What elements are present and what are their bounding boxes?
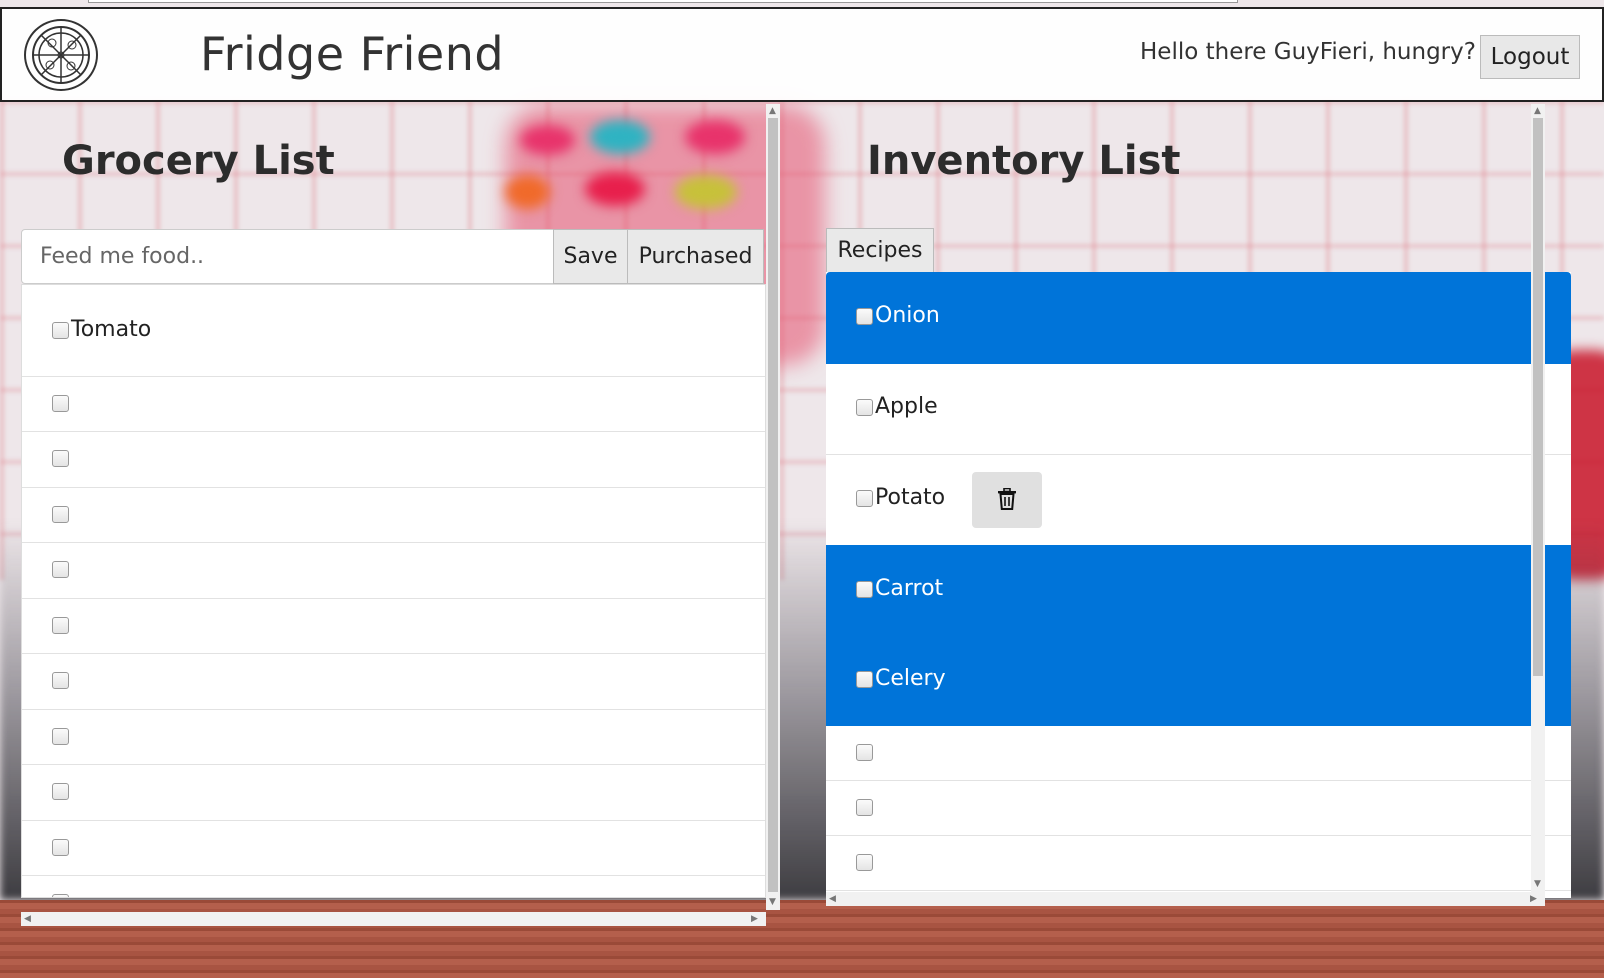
scroll-up-arrow[interactable]: ▲ xyxy=(1534,106,1541,116)
scroll-down-arrow[interactable]: ▼ xyxy=(769,897,776,907)
inventory-list-item[interactable] xyxy=(826,781,1571,836)
app-header: Fridge Friend Hello there GuyFieri, hung… xyxy=(0,7,1604,102)
grocery-item-checkbox[interactable] xyxy=(52,322,69,339)
grocery-item-checkbox[interactable] xyxy=(52,894,69,897)
grocery-item-input[interactable] xyxy=(21,229,554,284)
inventory-item-checkbox[interactable] xyxy=(856,490,873,507)
grocery-item-checkbox[interactable] xyxy=(52,395,69,412)
grocery-item-checkbox[interactable] xyxy=(52,783,69,800)
grocery-list-item[interactable] xyxy=(22,710,765,765)
grocery-list-title: Grocery List xyxy=(62,138,335,184)
inventory-item-list: Onion Apple Potato Carrot Celery xyxy=(826,272,1571,898)
user-greeting: Hello there GuyFieri, hungry? xyxy=(1140,39,1476,65)
save-button[interactable]: Save xyxy=(553,229,628,284)
inventory-list-item[interactable]: Onion xyxy=(826,272,1571,364)
grocery-list-item[interactable] xyxy=(22,654,765,710)
inventory-list-item[interactable]: Carrot xyxy=(826,545,1571,636)
scroll-right-arrow[interactable]: ▶ xyxy=(1530,894,1537,904)
inventory-list-item[interactable] xyxy=(826,726,1571,781)
grocery-list-item[interactable] xyxy=(22,488,765,543)
grocery-horizontal-scrollbar[interactable]: ◀ ▶ xyxy=(21,912,766,926)
scrollbar-thumb[interactable] xyxy=(768,118,778,892)
inventory-item-checkbox[interactable] xyxy=(856,744,873,761)
inventory-item-checkbox[interactable] xyxy=(856,799,873,816)
delete-item-button[interactable] xyxy=(972,472,1042,528)
grocery-vertical-scrollbar[interactable]: ▲ ▼ xyxy=(766,104,780,910)
scroll-right-arrow[interactable]: ▶ xyxy=(751,914,758,924)
inventory-item-label: Onion xyxy=(875,303,940,328)
pizza-logo-icon xyxy=(24,19,98,91)
scroll-left-arrow[interactable]: ◀ xyxy=(829,894,836,904)
grocery-item-checkbox[interactable] xyxy=(52,728,69,745)
inventory-item-label: Carrot xyxy=(875,576,944,601)
grocery-list-item[interactable] xyxy=(22,599,765,654)
grocery-list-item[interactable]: Tomato xyxy=(22,285,765,377)
inventory-item-checkbox[interactable] xyxy=(856,308,873,325)
inventory-list-item[interactable] xyxy=(826,836,1571,891)
grocery-item-label: Tomato xyxy=(71,317,152,342)
browser-top-edge xyxy=(88,0,1238,3)
grocery-list-item[interactable] xyxy=(22,543,765,599)
inventory-list-item[interactable]: Apple xyxy=(826,364,1571,455)
grocery-item-checkbox[interactable] xyxy=(52,839,69,856)
grocery-item-checkbox[interactable] xyxy=(52,672,69,689)
grocery-list-item[interactable] xyxy=(22,876,765,897)
inventory-vertical-scrollbar[interactable]: ▲ ▼ xyxy=(1531,104,1545,892)
trash-icon xyxy=(998,487,1016,510)
grocery-item-checkbox[interactable] xyxy=(52,506,69,523)
inventory-list-wrapper: Onion Apple Potato Carrot Celery xyxy=(826,104,1571,930)
inventory-item-checkbox[interactable] xyxy=(856,671,873,688)
grocery-item-checkbox[interactable] xyxy=(52,617,69,634)
inventory-list-item[interactable]: Celery xyxy=(826,636,1571,726)
grocery-list-item[interactable] xyxy=(22,432,765,488)
grocery-list-item[interactable] xyxy=(22,377,765,432)
grocery-list-item[interactable] xyxy=(22,765,765,821)
grocery-item-checkbox[interactable] xyxy=(52,450,69,467)
inventory-item-checkbox[interactable] xyxy=(856,854,873,871)
inventory-list-item[interactable]: Potato xyxy=(826,455,1571,545)
logout-button[interactable]: Logout xyxy=(1480,35,1580,79)
inventory-item-label: Potato xyxy=(875,485,946,510)
inventory-item-label: Apple xyxy=(875,394,938,419)
inventory-item-checkbox[interactable] xyxy=(856,581,873,598)
scroll-up-arrow[interactable]: ▲ xyxy=(769,106,776,116)
inventory-item-checkbox[interactable] xyxy=(856,399,873,416)
scrollbar-thumb[interactable] xyxy=(1533,118,1543,676)
inventory-horizontal-scrollbar[interactable]: ◀ ▶ xyxy=(826,892,1545,906)
purchased-button[interactable]: Purchased xyxy=(627,229,764,284)
scroll-down-arrow[interactable]: ▼ xyxy=(1534,879,1541,889)
inventory-panel: Inventory List Recipes Onion Apple Potat… xyxy=(780,104,1604,930)
inventory-item-label: Celery xyxy=(875,666,946,691)
grocery-item-list: Tomato xyxy=(21,284,766,898)
app-title: Fridge Friend xyxy=(200,27,505,81)
scroll-left-arrow[interactable]: ◀ xyxy=(24,914,31,924)
grocery-item-checkbox[interactable] xyxy=(52,561,69,578)
grocery-list-item[interactable] xyxy=(22,821,765,876)
grocery-panel: Grocery List Save Purchased Tomato ▲ ▼ ◀… xyxy=(0,104,780,930)
